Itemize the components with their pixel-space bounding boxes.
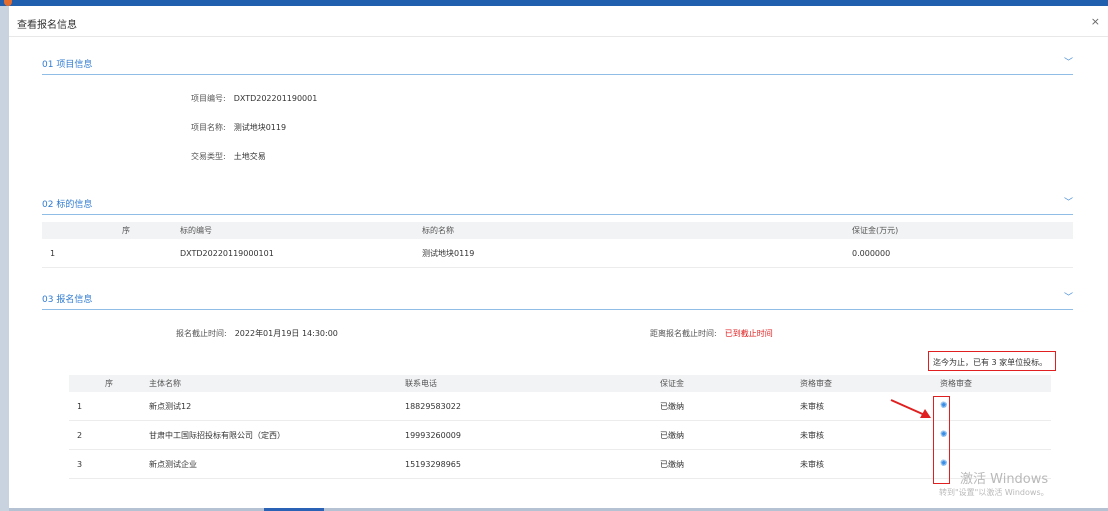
field-value: 已到截止时间 bbox=[724, 329, 773, 338]
chevron-down-icon[interactable]: ﹀ bbox=[1064, 290, 1073, 303]
bid-count-notice: 迄今为止，已有 3 家单位投标。 bbox=[933, 358, 1048, 367]
section-target-info-header[interactable]: 02 标的信息 ﹀ bbox=[42, 194, 1073, 215]
cell-phone: 19993260009 bbox=[397, 420, 652, 450]
chevron-down-icon[interactable]: ﹀ bbox=[1064, 55, 1073, 68]
cell-code: DXTD20220119000101 bbox=[172, 239, 414, 268]
field-label: 交易类型: bbox=[191, 152, 226, 161]
cell-deposit-status: 已缴纳 bbox=[652, 392, 792, 421]
cell-name: 测试地块0119 bbox=[414, 239, 844, 268]
section-registration-info-header[interactable]: 03 报名信息 ﹀ bbox=[42, 289, 1073, 310]
registration-deadline: 报名截止时间: 2022年01月19日 14:30:00 bbox=[176, 328, 338, 339]
field-label: 项目名称: bbox=[191, 123, 226, 132]
dialog-title: 查看报名信息 bbox=[17, 20, 77, 31]
column-header: 主体名称 bbox=[141, 375, 397, 392]
column-header: 资格审查 bbox=[792, 375, 932, 392]
field-value: 测试地块0119 bbox=[233, 123, 287, 132]
cell-deposit: 0.000000 bbox=[844, 239, 1073, 268]
close-icon[interactable]: × bbox=[1091, 15, 1100, 28]
chevron-down-icon[interactable]: ﹀ bbox=[1064, 195, 1073, 208]
cell-seq: 3 bbox=[69, 449, 141, 479]
cell-name: 新点测试企业 bbox=[141, 449, 397, 479]
dialog-header: 查看报名信息 × bbox=[9, 6, 1108, 37]
section-title: 01 项目信息 bbox=[42, 60, 93, 70]
column-header: 保证金 bbox=[652, 375, 792, 392]
field-label: 报名截止时间: bbox=[176, 329, 227, 338]
cell-phone: 18829583022 bbox=[397, 392, 652, 421]
column-header: 资格审查 bbox=[932, 375, 1051, 392]
section-title: 02 标的信息 bbox=[42, 200, 93, 210]
field-value: DXTD202201190001 bbox=[233, 94, 318, 103]
background-left-bar bbox=[0, 6, 9, 511]
cell-phone: 15193298965 bbox=[397, 449, 652, 479]
target-table: 序 标的编号 标的名称 保证金(万元) 1 DXTD20220119000101… bbox=[42, 222, 1073, 268]
cell-review-status: 未审核 bbox=[792, 449, 932, 479]
field-value: 2022年01月19日 14:30:00 bbox=[234, 329, 338, 338]
cell-seq: 2 bbox=[69, 420, 141, 450]
windows-activation-hint: 转到"设置"以激活 Windows。 bbox=[939, 488, 1049, 497]
field-label: 项目编号: bbox=[191, 94, 226, 103]
cell-name: 新点测试12 bbox=[141, 392, 397, 421]
table-row: 1 DXTD20220119000101 测试地块0119 0.000000 bbox=[42, 239, 1073, 268]
cell-name: 甘肃中工国际招投标有限公司（定西） bbox=[141, 420, 397, 450]
column-header: 保证金(万元) bbox=[844, 222, 1073, 239]
field-project-name: 项目名称: 测试地块0119 bbox=[191, 122, 286, 133]
windows-activation-watermark: 激活 Windows bbox=[960, 472, 1049, 487]
annotation-arrow bbox=[890, 399, 931, 418]
section-project-info-header[interactable]: 01 项目信息 ﹀ bbox=[42, 54, 1073, 75]
field-value: 土地交易 bbox=[233, 152, 266, 161]
table-row: 3 新点测试企业 15193298965 已缴纳 未审核 ✺ bbox=[69, 449, 1051, 479]
table-header-row: 序 标的编号 标的名称 保证金(万元) bbox=[42, 222, 1073, 239]
table-row: 2 甘肃中工国际招投标有限公司（定西） 19993260009 已缴纳 未审核 … bbox=[69, 420, 1051, 450]
column-header: 序 bbox=[69, 375, 141, 392]
time-remaining: 距离报名截止时间: 已到截止时间 bbox=[650, 328, 773, 339]
field-project-code: 项目编号: DXTD202201190001 bbox=[191, 93, 317, 104]
column-header: 标的名称 bbox=[414, 222, 844, 239]
table-header-row: 序 主体名称 联系电话 保证金 资格审查 资格审查 bbox=[69, 375, 1051, 392]
view-registration-dialog: 查看报名信息 × 01 项目信息 ﹀ 项目编号: DXTD202201190001… bbox=[9, 6, 1108, 508]
cell-deposit-status: 已缴纳 bbox=[652, 420, 792, 450]
column-header: 标的编号 bbox=[172, 222, 414, 239]
registration-table: 序 主体名称 联系电话 保证金 资格审查 资格审查 1 新点测试12 18829… bbox=[69, 375, 1051, 479]
cell-seq: 1 bbox=[42, 239, 172, 268]
section-title: 03 报名信息 bbox=[42, 295, 93, 305]
field-label: 距离报名截止时间: bbox=[650, 329, 717, 338]
cell-deposit-status: 已缴纳 bbox=[652, 449, 792, 479]
cell-seq: 1 bbox=[69, 392, 141, 421]
cell-review-status: 未审核 bbox=[792, 420, 932, 450]
column-header: 序 bbox=[42, 222, 172, 239]
field-trade-type: 交易类型: 土地交易 bbox=[191, 151, 266, 162]
column-header: 联系电话 bbox=[397, 375, 652, 392]
